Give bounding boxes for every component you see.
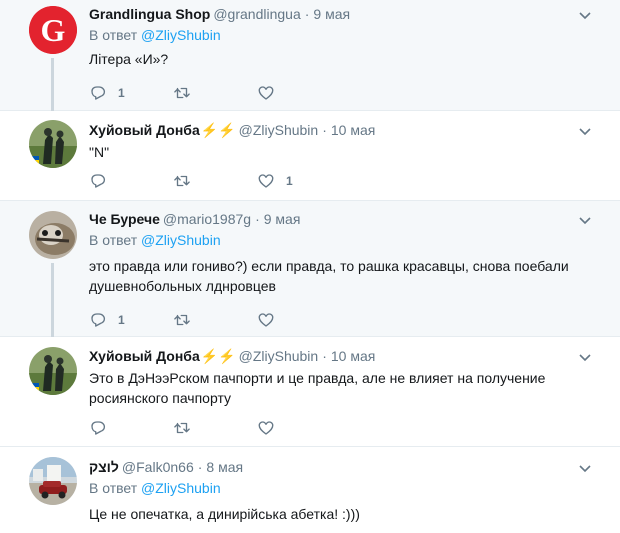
caret-down-icon[interactable] <box>578 461 592 475</box>
avatar[interactable] <box>29 347 77 395</box>
tweet-text: Это в ДэНээРском пачпорти и це правда, а… <box>89 370 546 406</box>
like-button[interactable]: 1 <box>257 172 341 190</box>
author-handle[interactable]: @ZliyShubin <box>239 348 319 364</box>
tweet-falk0n66[interactable]: לוצק @Falk0n66 · 8 мая В ответ @ZliyShubin … <box>0 447 620 533</box>
retweet-icon <box>174 87 190 99</box>
reply-context: В ответ @ZliyShubin <box>89 480 221 496</box>
retweet-button[interactable] <box>173 84 257 102</box>
timestamp[interactable]: 9 мая <box>264 211 301 227</box>
avatar[interactable] <box>29 120 77 168</box>
tweet-text: Це не опечатка, а динирійська абетка! :)… <box>89 506 360 522</box>
reply-context: В ответ @ZliyShubin <box>89 232 221 248</box>
author-handle[interactable]: @Falk0n66 <box>122 459 194 475</box>
avatar-image <box>29 120 77 168</box>
reply-icon <box>91 174 106 188</box>
lightning-icon: ⚡⚡ <box>200 348 236 364</box>
avatar[interactable] <box>29 457 77 505</box>
reply-count: 1 <box>118 313 125 327</box>
retweet-button[interactable] <box>173 311 257 329</box>
timestamp[interactable]: 9 мая <box>313 6 350 22</box>
timestamp[interactable]: 10 мая <box>331 122 375 138</box>
svg-text:G: G <box>41 12 66 48</box>
caret-down-icon[interactable] <box>578 124 592 138</box>
author-handle[interactable]: @grandlingua <box>213 6 300 22</box>
avatar-image <box>29 211 77 259</box>
avatar-image <box>29 347 77 395</box>
reply-icon <box>91 421 106 435</box>
reply-button[interactable] <box>89 419 173 437</box>
thread-line <box>51 58 54 111</box>
retweet-icon <box>174 422 190 434</box>
reply-icon <box>91 86 106 100</box>
like-button[interactable] <box>257 419 341 437</box>
like-button[interactable] <box>257 84 341 102</box>
tweet-grandlingua[interactable]: G Grandlingua Shop @grandlingua · 9 мая В о… <box>0 0 620 111</box>
author-name[interactable]: לוצק <box>89 459 119 475</box>
lightning-icon: ⚡⚡ <box>200 122 236 138</box>
tweet-text: Літера «И»? <box>89 51 169 67</box>
like-icon <box>258 86 274 100</box>
grandlingua-logo-icon: G <box>29 6 77 54</box>
reply-context: В ответ @ZliyShubin <box>89 27 221 43</box>
tweet-text: это правда или гониво?) если правда, то … <box>89 258 569 294</box>
like-count: 1 <box>286 174 293 188</box>
caret-down-icon[interactable] <box>578 213 592 227</box>
mention-link[interactable]: @ZliyShubin <box>141 27 221 43</box>
tweet-zliyshubin-1[interactable]: Хуйовый Донба⚡⚡ @ZliyShubin · 10 мая "N" 1 <box>0 111 620 201</box>
tweet-mario1987g[interactable]: Че Бурече @mario1987g · 9 мая В ответ @Zliy… <box>0 201 620 337</box>
mention-link[interactable]: @ZliyShubin <box>141 480 221 496</box>
tweet-zliyshubin-2[interactable]: Хуйовый Донба⚡⚡ @ZliyShubin · 10 мая Это в … <box>0 337 620 447</box>
mention-link[interactable]: @ZliyShubin <box>141 232 221 248</box>
avatar[interactable]: G <box>29 6 77 54</box>
author-name[interactable]: Хуйовый Донба <box>89 122 200 138</box>
thread-line <box>51 263 54 337</box>
reply-button[interactable] <box>89 172 173 190</box>
timestamp[interactable]: 8 мая <box>206 459 243 475</box>
reply-button[interactable]: 1 <box>89 311 173 329</box>
author-name[interactable]: Хуйовый Донба <box>89 348 200 364</box>
avatar[interactable] <box>29 211 77 259</box>
replies-timeline: G Grandlingua Shop @grandlingua · 9 мая В о… <box>0 0 620 533</box>
like-icon <box>258 421 274 435</box>
like-button[interactable] <box>257 311 341 329</box>
retweet-icon <box>174 175 190 187</box>
reply-button[interactable]: 1 <box>89 84 173 102</box>
retweet-button[interactable] <box>173 172 257 190</box>
avatar-image <box>29 457 77 505</box>
author-name[interactable]: Че Бурече <box>89 211 160 227</box>
author-name[interactable]: Grandlingua Shop <box>89 6 210 22</box>
tweet-text: "N" <box>89 144 110 160</box>
timestamp[interactable]: 10 мая <box>331 348 375 364</box>
retweet-button[interactable] <box>173 419 257 437</box>
author-handle[interactable]: @mario1987g <box>163 211 251 227</box>
reply-icon <box>91 313 106 327</box>
caret-down-icon[interactable] <box>578 350 592 364</box>
retweet-icon <box>174 314 190 326</box>
caret-down-icon[interactable] <box>578 8 592 22</box>
reply-count: 1 <box>118 86 125 100</box>
like-icon <box>258 313 274 327</box>
author-handle[interactable]: @ZliyShubin <box>239 122 319 138</box>
like-icon <box>258 174 274 188</box>
